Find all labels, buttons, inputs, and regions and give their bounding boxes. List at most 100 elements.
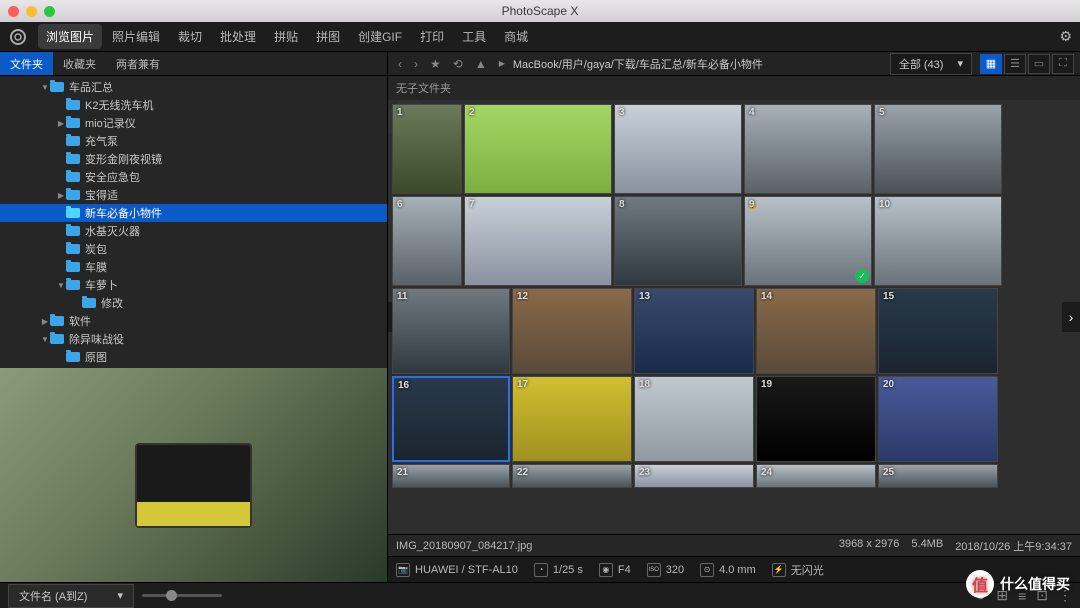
reload-icon[interactable]: ⟲: [449, 55, 467, 73]
thumbnail-3[interactable]: 3: [614, 104, 742, 194]
favorite-star-icon[interactable]: ★: [426, 55, 445, 73]
thumbnail-4[interactable]: 4: [744, 104, 872, 194]
toolbar-tab-8[interactable]: 工具: [454, 24, 494, 49]
tree-item-3[interactable]: 充气泵: [0, 132, 387, 150]
thumbnail-12[interactable]: 12: [512, 288, 632, 374]
thumbnail-18[interactable]: 18: [634, 376, 754, 462]
view-grid-button[interactable]: ▦: [980, 54, 1002, 74]
tree-item-15[interactable]: 原图: [0, 348, 387, 366]
thumbnail-20[interactable]: 20: [878, 376, 998, 462]
home-icon[interactable]: ▶: [495, 57, 509, 70]
thumbnail-10[interactable]: 10: [874, 196, 1002, 286]
thumbnail-6[interactable]: 6: [392, 196, 462, 286]
chevron-right-icon[interactable]: ▶: [40, 317, 50, 326]
slider-thumb[interactable]: [166, 590, 177, 601]
preview-panel[interactable]: [0, 368, 387, 582]
thumbnail-17[interactable]: 17: [512, 376, 632, 462]
left-tab-0[interactable]: 文件夹: [0, 52, 53, 75]
thumbnail-2[interactable]: 2: [464, 104, 612, 194]
thumbnail-14[interactable]: 14: [756, 288, 876, 374]
chevron-right-icon[interactable]: ▶: [56, 191, 66, 200]
thumbnail-1[interactable]: 1: [392, 104, 462, 194]
settings-gear-icon[interactable]: ⚙: [1059, 28, 1072, 45]
toolbar-tab-3[interactable]: 批处理: [212, 24, 264, 49]
toolbar-tab-2[interactable]: 裁切: [170, 24, 210, 49]
thumbnail-15[interactable]: 15: [878, 288, 998, 374]
thumbnail-5[interactable]: 5: [874, 104, 1002, 194]
view-list-button[interactable]: ☰: [1004, 54, 1026, 74]
filter-dropdown[interactable]: 全部 (43)▾: [890, 53, 972, 75]
tree-item-2[interactable]: ▶ mio记录仪: [0, 114, 387, 132]
thumbnail-25[interactable]: 25: [878, 464, 998, 488]
tree-item-11[interactable]: ▼车萝卜: [0, 276, 387, 294]
folder-tree[interactable]: ▼车品汇总K2无线洗车机 ▶ mio记录仪充气泵变形金刚夜视镜安全应急包▶宝得适新车…: [0, 76, 387, 368]
toolbar-tab-4[interactable]: 拼贴: [266, 24, 306, 49]
toolbar-tab-5[interactable]: 拼图: [308, 24, 348, 49]
thumbnail-size-slider[interactable]: [142, 594, 222, 597]
thumbnail-image: [879, 377, 997, 461]
tree-item-9[interactable]: 炭包: [0, 240, 387, 258]
left-tab-1[interactable]: 收藏夹: [53, 52, 106, 75]
thumbnail-16[interactable]: 16: [392, 376, 510, 462]
thumbnail-24[interactable]: 24: [756, 464, 876, 488]
thumbnail-grid[interactable]: PRO ‹ › 123456789✓🔒101112131415161718192…: [388, 100, 1080, 534]
toolbar-tab-1[interactable]: 照片编辑: [104, 24, 168, 49]
toolbar-tab-6[interactable]: 创建GIF: [350, 24, 410, 49]
chevron-down-icon[interactable]: ▼: [56, 281, 66, 290]
nav-back-icon[interactable]: ‹: [394, 55, 406, 73]
view-mode-buttons: ▦ ☰ ▭ ⛶: [980, 54, 1074, 74]
tree-item-1[interactable]: K2无线洗车机: [0, 96, 387, 114]
thumbnail-image: [875, 105, 1001, 193]
tree-item-12[interactable]: 修改: [0, 294, 387, 312]
camera-label: HUAWEI / STF-AL10: [415, 564, 518, 576]
thumbnail-number: 9: [749, 199, 755, 210]
view-detail-button[interactable]: ▭: [1028, 54, 1050, 74]
tree-item-13[interactable]: ▶软件: [0, 312, 387, 330]
breadcrumb-path[interactable]: MacBook/用户/gaya/下载/车品汇总/新车必备小物件: [513, 56, 886, 72]
thumbnail-number: 13: [639, 291, 650, 302]
chevron-down-icon[interactable]: ▼: [40, 83, 50, 92]
iso-meta: ISO 320: [647, 563, 684, 577]
chevron-down-icon[interactable]: ▼: [40, 335, 50, 344]
minimize-window-button[interactable]: [26, 6, 37, 17]
thumbnail-8[interactable]: 8: [614, 196, 742, 286]
toolbar-tab-9[interactable]: 商城: [496, 24, 536, 49]
tree-item-4[interactable]: 变形金刚夜视镜: [0, 150, 387, 168]
tree-item-10[interactable]: 车膜: [0, 258, 387, 276]
tree-item-14[interactable]: ▼除异味战役: [0, 330, 387, 348]
thumbnail-7[interactable]: 7: [464, 196, 612, 286]
thumbnail-9[interactable]: 9✓🔒: [744, 196, 872, 286]
view-fullscreen-button[interactable]: ⛶: [1052, 54, 1074, 74]
tree-item-6[interactable]: ▶宝得适: [0, 186, 387, 204]
breadcrumb-bar: ‹ › ★ ⟲ ▲ ▶ MacBook/用户/gaya/下载/车品汇总/新车必备…: [388, 52, 1080, 75]
close-window-button[interactable]: [8, 6, 19, 17]
watermark-logo-icon: 值: [966, 570, 994, 598]
thumbnail-19[interactable]: 19: [756, 376, 876, 462]
sort-dropdown[interactable]: 文件名 (A到Z)▾: [8, 584, 134, 608]
toolbar-tab-0[interactable]: 浏览图片: [38, 24, 102, 49]
left-pane-tabs: 文件夹收藏夹两者兼有: [0, 52, 388, 75]
tree-item-8[interactable]: 水基灭火器: [0, 222, 387, 240]
nav-forward-icon[interactable]: ›: [410, 55, 422, 73]
left-tab-2[interactable]: 两者兼有: [106, 52, 170, 75]
thumbnail-number: 11: [397, 291, 408, 302]
iso-label: 320: [666, 564, 684, 576]
thumbnail-image: [635, 289, 753, 373]
chevron-right-icon[interactable]: ▶: [56, 119, 66, 128]
maximize-window-button[interactable]: [44, 6, 55, 17]
thumbnail-11[interactable]: 11: [392, 288, 510, 374]
toolbar-tab-7[interactable]: 打印: [412, 24, 452, 49]
grid-next-button[interactable]: ›: [1062, 302, 1080, 332]
thumbnail-13[interactable]: 13: [634, 288, 754, 374]
tree-item-5[interactable]: 安全应急包: [0, 168, 387, 186]
traffic-lights: [8, 6, 55, 17]
thumbnail-number: 23: [639, 467, 650, 478]
aperture-meta: ◉ F4: [599, 563, 631, 577]
tree-item-label: mio记录仪: [85, 115, 136, 131]
tree-item-0[interactable]: ▼车品汇总: [0, 78, 387, 96]
tree-item-7[interactable]: 新车必备小物件: [0, 204, 387, 222]
thumbnail-23[interactable]: 23: [634, 464, 754, 488]
nav-up-icon[interactable]: ▲: [471, 55, 491, 73]
thumbnail-21[interactable]: 21: [392, 464, 510, 488]
thumbnail-22[interactable]: 22: [512, 464, 632, 488]
